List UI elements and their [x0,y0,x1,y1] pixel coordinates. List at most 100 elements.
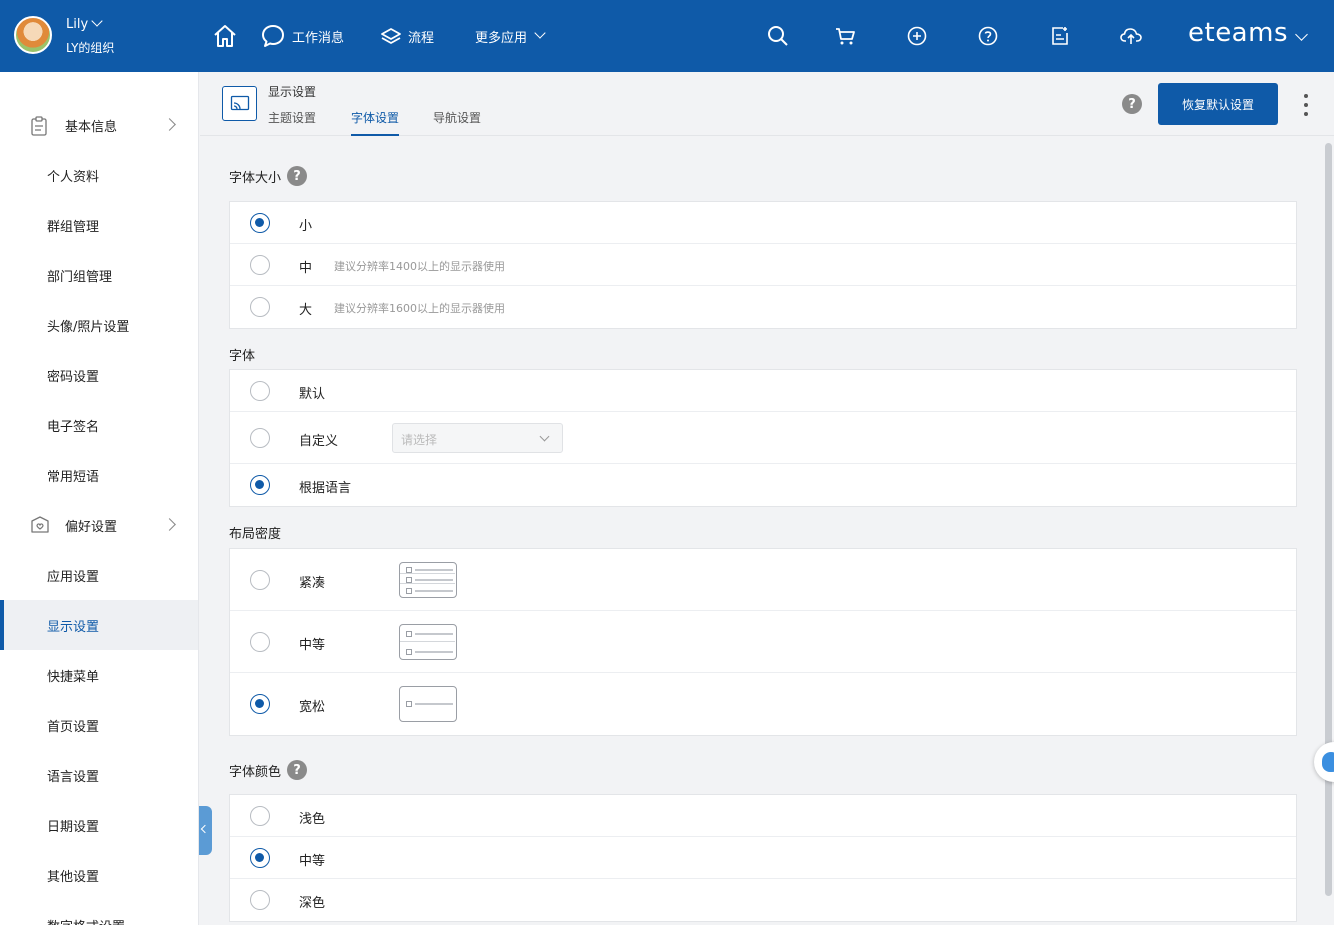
sidebar-item-number-format[interactable]: 数字格式设置 [0,900,198,925]
radio-compact[interactable] [250,570,270,590]
sidebar-item-label: 电子签名 [47,420,100,435]
report-icon [1052,27,1068,45]
help-icon[interactable]: ? [287,760,308,780]
tab-navigation[interactable]: 导航设置 [433,109,481,136]
font-family-title: 字体 [229,345,255,364]
option-label: 中等 [299,638,326,653]
sidebar-item-display-settings[interactable]: 显示设置 [0,600,198,650]
sidebar-item-label: 常用短语 [47,470,100,485]
option-label: 浅色 [299,812,326,827]
sidebar-item-avatar[interactable]: 头像/照片设置 [0,300,198,350]
option-label: 宽松 [299,700,326,715]
bug-report-icon[interactable] [1314,742,1334,782]
more-options-icon[interactable] [1302,94,1310,116]
chevron-down-icon [539,431,550,442]
chevron-down-icon[interactable] [1295,28,1308,41]
flow-label: 流程 [408,30,435,46]
user-menu[interactable]: Lily [66,15,103,32]
radio-density-medium[interactable] [250,632,270,652]
flow-nav[interactable]: 流程 [380,22,434,50]
avatar[interactable] [14,16,52,54]
font-color-option-dark[interactable]: 深色 [230,879,1296,921]
cart-button[interactable] [833,24,857,48]
option-label: 中 [299,261,313,276]
sidebar-collapse-handle[interactable] [199,806,212,855]
sidebar-item-signature[interactable]: 电子签名 [0,400,198,450]
option-label: 中等 [299,854,326,869]
more-apps-nav[interactable]: 更多应用 [475,22,546,50]
radio-custom[interactable] [250,428,270,448]
option-hint: 建议分辨率1400以上的显示器使用 [334,260,505,273]
density-option-compact[interactable]: 紧凑 [230,549,1296,611]
radio-default[interactable] [250,381,270,401]
option-hint: 建议分辨率1600以上的显示器使用 [334,302,505,315]
font-size-option-small[interactable]: 小 [230,202,1296,244]
sidebar-item-groups[interactable]: 群组管理 [0,200,198,250]
sidebar-item-date[interactable]: 日期设置 [0,800,198,850]
font-color-option-light[interactable]: 浅色 [230,795,1296,837]
org-name[interactable]: LY的组织 [66,39,114,56]
home-button[interactable] [212,22,244,50]
medium-density-icon [399,624,457,660]
sidebar-item-app-settings[interactable]: 应用设置 [0,550,198,600]
sidebar-item-label: 密码设置 [47,370,100,385]
radio-by-language[interactable] [250,475,270,495]
page-header: 显示设置 主题设置 字体设置 导航设置 ? 恢复默认设置 [200,72,1334,136]
sidebar-group-basic[interactable]: 基本信息 [0,100,198,150]
radio-small[interactable] [250,213,270,233]
font-family-option-custom[interactable]: 自定义 请选择 [230,412,1296,464]
sidebar-item-other[interactable]: 其他设置 [0,850,198,900]
sidebar-item-quick-menu[interactable]: 快捷菜单 [0,650,198,700]
sidebar-group-label: 基本信息 [65,120,118,135]
upload-button[interactable] [1119,24,1143,48]
sidebar-item-dept-groups[interactable]: 部门组管理 [0,250,198,300]
display-settings-icon [222,86,257,121]
messages-nav[interactable]: 工作消息 [260,22,344,50]
cart-icon [836,28,855,45]
radio-loose[interactable] [250,694,270,714]
font-size-option-medium[interactable]: 中 建议分辨率1400以上的显示器使用 [230,244,1296,286]
user-name: Lily [66,17,89,32]
search-button[interactable] [766,24,790,48]
option-label: 紧凑 [299,576,326,591]
sidebar-group-label: 偏好设置 [65,520,118,535]
sidebar-item-phrases[interactable]: 常用短语 [0,450,198,500]
scrollbar[interactable] [1325,143,1332,896]
font-color-title: 字体颜色 ? [229,760,308,780]
section-label: 字体大小 [229,170,282,186]
sidebar-item-language[interactable]: 语言设置 [0,750,198,800]
font-size-option-large[interactable]: 大 建议分辨率1600以上的显示器使用 [230,286,1296,328]
density-option-medium[interactable]: 中等 [230,611,1296,673]
radio-color-medium[interactable] [250,848,270,868]
top-bar: Lily LY的组织 工作消息 流程 更多应用 eteams [0,0,1334,72]
density-option-loose[interactable]: 宽松 [230,673,1296,735]
plus-circle-icon [907,26,927,46]
radio-large[interactable] [250,297,270,317]
font-size-panel: 小 中 建议分辨率1400以上的显示器使用 大 建议分辨率1600以上的显示器使… [229,201,1297,329]
radio-medium[interactable] [250,255,270,275]
tab-font[interactable]: 字体设置 [351,109,400,136]
help-button[interactable] [976,24,1000,48]
sidebar-item-home-settings[interactable]: 首页设置 [0,700,198,750]
help-icon[interactable]: ? [1122,94,1142,114]
radio-light[interactable] [250,806,270,826]
add-button[interactable] [905,24,929,48]
sidebar-item-label: 应用设置 [47,570,100,585]
chat-icon [262,25,284,47]
font-color-option-medium[interactable]: 中等 [230,837,1296,879]
tab-theme[interactable]: 主题设置 [268,109,316,136]
radio-dark[interactable] [250,890,270,910]
font-family-option-default[interactable]: 默认 [230,370,1296,412]
chevron-right-icon [163,118,176,131]
help-icon[interactable]: ? [287,166,308,186]
report-button[interactable] [1048,24,1072,48]
sidebar-item-label: 个人资料 [47,170,100,185]
brand-logo[interactable]: eteams [1188,18,1288,48]
sidebar-item-profile[interactable]: 个人资料 [0,150,198,200]
sidebar-item-password[interactable]: 密码设置 [0,350,198,400]
font-family-option-by-language[interactable]: 根据语言 [230,464,1296,506]
sidebar-group-preferences[interactable]: 偏好设置 [0,500,198,550]
clipboard-icon [31,116,47,136]
custom-font-select[interactable]: 请选择 [392,423,563,453]
restore-defaults-button[interactable]: 恢复默认设置 [1158,83,1278,125]
